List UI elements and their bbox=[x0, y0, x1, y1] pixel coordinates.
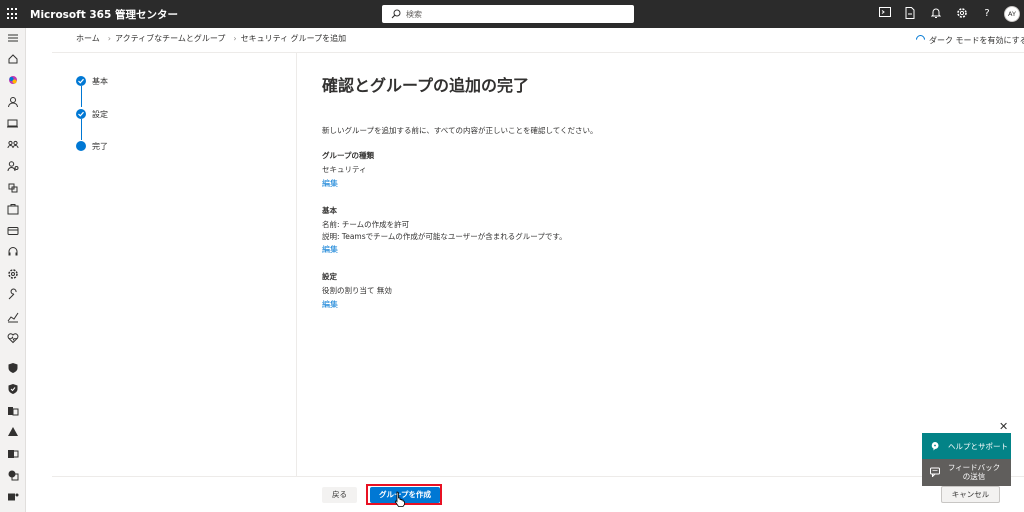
footer-divider bbox=[52, 476, 1024, 477]
mouse-cursor-icon bbox=[394, 491, 405, 507]
help-icon[interactable]: ? bbox=[980, 7, 994, 21]
group-name-value: 名前: チームの作成を許可 bbox=[322, 220, 410, 229]
check-icon bbox=[76, 76, 86, 86]
sharepoint-icon[interactable] bbox=[6, 468, 20, 482]
back-button[interactable]: 戻る bbox=[322, 487, 357, 503]
app-launcher-icon[interactable] bbox=[7, 8, 19, 20]
devices-icon[interactable] bbox=[6, 116, 20, 130]
breadcrumb-active-teams[interactable]: アクティブなチームとグループ bbox=[115, 34, 225, 43]
search-input[interactable] bbox=[406, 7, 626, 21]
help-support-label: ヘルプとサポート bbox=[948, 442, 1008, 451]
health-icon[interactable] bbox=[6, 331, 20, 345]
page-title: 確認とグループの追加の完了 bbox=[322, 76, 530, 95]
dark-mode-toggle[interactable]: ダーク モードを有効にする bbox=[914, 33, 1024, 46]
page-description: 新しいグループを追加する前に、すべての内容が正しいことを確認してください。 bbox=[322, 126, 598, 135]
left-nav-rail bbox=[0, 28, 26, 512]
breadcrumb: ホーム › アクティブなチームとグループ › セキュリティ グループを追加 bbox=[76, 33, 350, 44]
feedback-button[interactable]: フィードバック の送信 bbox=[922, 459, 1011, 486]
azure-ad-icon[interactable] bbox=[6, 425, 20, 439]
section-heading-group-type: グループの種類 bbox=[322, 151, 375, 160]
feedback-icon bbox=[930, 467, 940, 477]
close-icon[interactable]: ✕ bbox=[999, 420, 1008, 433]
top-bar: Microsoft 365 管理センター ? AY bbox=[0, 0, 1024, 28]
section-heading-basics: 基本 bbox=[322, 206, 337, 215]
role-assignment-value: 役割の割り当て 無効 bbox=[322, 286, 392, 295]
header-divider bbox=[52, 52, 1024, 53]
step-label: 完了 bbox=[92, 142, 108, 151]
teams-icon[interactable] bbox=[6, 490, 20, 504]
roles-icon[interactable] bbox=[6, 159, 20, 173]
help-support-button[interactable]: ヘルプとサポート bbox=[922, 433, 1011, 459]
security-icon[interactable] bbox=[6, 361, 20, 375]
search-box[interactable] bbox=[382, 5, 634, 23]
current-step-dot bbox=[76, 141, 86, 151]
app-title[interactable]: Microsoft 365 管理センター bbox=[30, 7, 178, 22]
reports-icon[interactable] bbox=[6, 310, 20, 324]
user-icon[interactable] bbox=[6, 95, 20, 109]
breadcrumb-home[interactable]: ホーム bbox=[76, 34, 100, 43]
exchange-icon[interactable] bbox=[6, 447, 20, 461]
support-icon[interactable] bbox=[6, 245, 20, 259]
section-heading-settings: 設定 bbox=[322, 272, 337, 281]
group-description-value: 説明: Teamsでチームの作成が可能なユーザーが含まれるグループです。 bbox=[322, 232, 567, 241]
document-icon[interactable] bbox=[903, 7, 917, 21]
edit-group-type-link[interactable]: 編集 bbox=[322, 178, 338, 189]
search-icon bbox=[391, 9, 401, 19]
check-icon bbox=[76, 109, 86, 119]
group-type-value: セキュリティ bbox=[322, 165, 367, 174]
dark-mode-label: ダーク モードを有効にする bbox=[929, 36, 1024, 45]
step-connector bbox=[80, 119, 82, 140]
compliance-icon[interactable] bbox=[6, 404, 20, 418]
copilot-icon[interactable] bbox=[6, 73, 20, 87]
setup-icon[interactable] bbox=[6, 288, 20, 302]
panel-divider bbox=[296, 53, 297, 476]
resources-icon[interactable] bbox=[6, 181, 20, 195]
edit-basics-link[interactable]: 編集 bbox=[322, 244, 338, 255]
hamburger-icon[interactable] bbox=[6, 31, 20, 45]
chevron-right-icon: › bbox=[107, 34, 111, 43]
step-label: 設定 bbox=[92, 110, 108, 119]
defender-icon[interactable] bbox=[6, 382, 20, 396]
terminal-icon[interactable] bbox=[878, 7, 892, 21]
feedback-label: フィードバック の送信 bbox=[947, 463, 1001, 481]
teams-groups-icon[interactable] bbox=[6, 138, 20, 152]
settings-icon[interactable] bbox=[6, 267, 20, 281]
billing-icon[interactable] bbox=[6, 224, 20, 238]
step-label: 基本 bbox=[92, 77, 108, 86]
marketplace-icon[interactable] bbox=[6, 202, 20, 216]
chevron-right-icon: › bbox=[233, 34, 237, 43]
breadcrumb-current: セキュリティ グループを追加 bbox=[240, 34, 347, 43]
moon-icon bbox=[914, 33, 927, 46]
home-icon[interactable] bbox=[6, 52, 20, 66]
bell-icon[interactable] bbox=[929, 7, 943, 21]
cancel-button[interactable]: キャンセル bbox=[941, 486, 1000, 503]
step-connector bbox=[80, 86, 82, 107]
edit-settings-link[interactable]: 編集 bbox=[322, 299, 338, 310]
avatar[interactable]: AY bbox=[1004, 6, 1020, 22]
gear-icon[interactable] bbox=[955, 7, 969, 21]
help-bubble-icon bbox=[931, 442, 939, 451]
